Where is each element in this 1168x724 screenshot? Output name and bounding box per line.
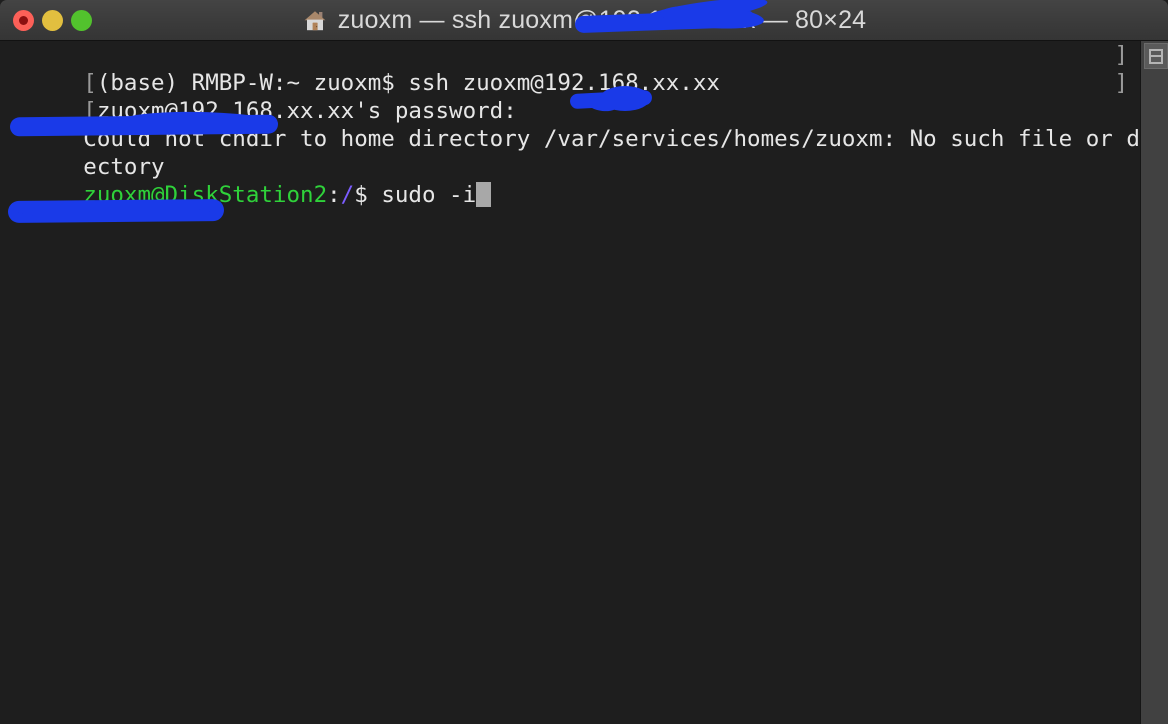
prompt-colon: : <box>327 182 341 208</box>
prompt-sigil: $ <box>354 182 382 208</box>
minimize-button[interactable] <box>42 10 63 31</box>
house-icon <box>302 8 328 34</box>
command-input[interactable]: sudo -i <box>381 182 476 208</box>
terminal-line: [zuoxm@192.168.xx.xx's password: ] <box>0 69 1140 124</box>
window-title-group: zuoxm — ssh zuoxm@192.168.xx.xx — 80×24 <box>0 0 1168 41</box>
selection-marker-right: ] <box>1114 70 1128 96</box>
window-controls <box>13 10 92 31</box>
title-bar[interactable]: zuoxm — ssh zuoxm@192.168.xx.xx — 80×24 <box>0 0 1168 41</box>
close-button[interactable] <box>13 10 34 31</box>
selection-marker-right: ] <box>1114 42 1128 68</box>
maximize-button[interactable] <box>71 10 92 31</box>
terminal-screen[interactable]: [(base) RMBP-W:~ zuoxm$ ssh zuoxm@192.16… <box>0 41 1140 724</box>
window-title: zuoxm — ssh zuoxm@192.168.xx.xx — 80×24 <box>337 6 867 34</box>
terminal-line: [(base) RMBP-W:~ zuoxm$ ssh zuoxm@192.16… <box>0 41 1140 96</box>
scrollbar-sidebar[interactable] <box>1140 41 1168 724</box>
terminal-line: ectory <box>0 125 1140 180</box>
terminal-prompt-line: zuoxm@DiskStation2:/$ sudo -i <box>0 153 1140 208</box>
prompt-host: zuoxm@DiskStation <box>83 182 314 208</box>
prompt-host-tail: 2 <box>313 182 328 208</box>
split-pane-button[interactable] <box>1144 43 1168 69</box>
split-pane-icon <box>1149 48 1163 64</box>
terminal-line: Could not chdir to home directory /var/s… <box>0 97 1140 152</box>
terminal-window: zuoxm — ssh zuoxm@192.168.xx.xx — 80×24 … <box>0 0 1168 724</box>
text-cursor <box>476 182 492 207</box>
prompt-path: / <box>340 182 355 208</box>
